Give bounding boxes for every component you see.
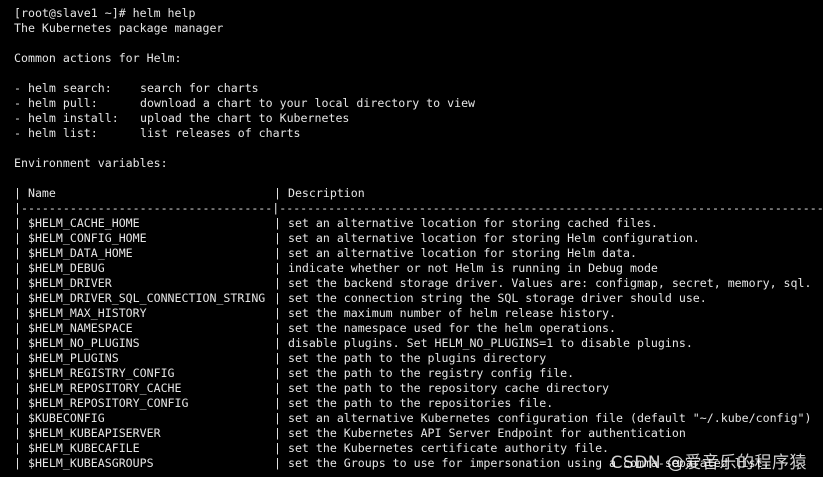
env-var-description: | set the maximum number of helm release… bbox=[274, 306, 617, 320]
env-table-row: | $HELM_NO_PLUGINS | disable plugins. Set… bbox=[14, 336, 823, 351]
env-var-description: | set the backend storage driver. Values… bbox=[274, 276, 812, 290]
env-var-description: | set the Kubernetes certificate authori… bbox=[274, 441, 610, 455]
env-header-name: | Name bbox=[14, 186, 56, 200]
env-var-name: | $HELM_DEBUG bbox=[14, 261, 105, 275]
env-var-name: | $HELM_KUBEASGROUPS bbox=[14, 456, 154, 470]
env-table-row: | $KUBECONFIG | set an alternative Kubern… bbox=[14, 411, 823, 426]
env-table-row: | $HELM_DEBUG | indicate whether or not H… bbox=[14, 261, 823, 276]
env-table-body: | $HELM_CACHE_HOME | set an alternative l… bbox=[14, 216, 823, 471]
env-var-name: | $HELM_NAMESPACE bbox=[14, 321, 133, 335]
env-var-name: | $KUBECONFIG bbox=[14, 411, 105, 425]
command-prompt-line: [root@slave1 ~]# helm help bbox=[14, 6, 196, 20]
env-var-name: | $HELM_CACHE_HOME bbox=[14, 216, 140, 230]
env-var-description: | disable plugins. Set HELM_NO_PLUGINS=1… bbox=[274, 336, 693, 350]
env-table-row: | $HELM_KUBEAPISERVER | set the Kubernete… bbox=[14, 426, 823, 441]
command-description: download a chart to your local directory… bbox=[140, 96, 476, 110]
command-entry: - helm install: upload the chart to Kube… bbox=[14, 111, 823, 126]
env-var-description: | set the connection string the SQL stor… bbox=[274, 291, 707, 305]
help-subtitle: The Kubernetes package manager bbox=[14, 21, 224, 35]
env-var-name: | $HELM_NO_PLUGINS bbox=[14, 336, 140, 350]
env-table-row: | $HELM_REPOSITORY_CACHE | set the path t… bbox=[14, 381, 823, 396]
env-var-description: | indicate whether or not Helm is runnin… bbox=[274, 261, 658, 275]
env-var-description: | set an alternative location for storin… bbox=[274, 246, 637, 260]
env-var-description: | set an alternative location for storin… bbox=[274, 216, 658, 230]
command-name: - helm install: bbox=[14, 111, 119, 125]
env-var-description: | set an alternative Kubernetes configur… bbox=[274, 411, 812, 425]
env-var-name: | $HELM_REGISTRY_CONFIG bbox=[14, 366, 175, 380]
env-var-description: | set the path to the repositories file. bbox=[274, 396, 554, 410]
env-var-description: | set the path to the repository cache d… bbox=[274, 381, 610, 395]
env-table-row: | $HELM_REPOSITORY_CONFIG | set the path … bbox=[14, 396, 823, 411]
env-var-name: | $HELM_DRIVER_SQL_CONNECTION_STRING bbox=[14, 291, 266, 305]
command-name: - helm list: bbox=[14, 126, 98, 140]
env-var-description: | set the path to the plugins directory bbox=[274, 351, 547, 365]
env-var-name: | $HELM_MAX_HISTORY bbox=[14, 306, 147, 320]
env-var-name: | $HELM_KUBECAFILE bbox=[14, 441, 140, 455]
env-table-row: | $HELM_DRIVER_SQL_CONNECTION_STRING | se… bbox=[14, 291, 823, 306]
env-table-header: | Name | Description bbox=[14, 186, 823, 201]
terminal-window[interactable]: [root@slave1 ~]# helm help The Kubernete… bbox=[0, 0, 823, 477]
env-table-row: | $HELM_DATA_HOME | set an alternative lo… bbox=[14, 246, 823, 261]
env-table-row: | $HELM_CONFIG_HOME | set an alternative … bbox=[14, 231, 823, 246]
command-entry: - helm pull: download a chart to your lo… bbox=[14, 96, 823, 111]
env-var-name: | $HELM_DATA_HOME bbox=[14, 246, 133, 260]
env-var-name: | $HELM_KUBEAPISERVER bbox=[14, 426, 161, 440]
environment-variables-heading: Environment variables: bbox=[14, 156, 168, 170]
env-table-row: | $HELM_PLUGINS | set the path to the plu… bbox=[14, 351, 823, 366]
env-var-name: | $HELM_REPOSITORY_CACHE bbox=[14, 381, 182, 395]
env-table-row: | $HELM_DRIVER | set the backend storage … bbox=[14, 276, 823, 291]
command-name: - helm search: bbox=[14, 81, 112, 95]
env-table-row: | $HELM_CACHE_HOME | set an alternative l… bbox=[14, 216, 823, 231]
env-var-name: | $HELM_PLUGINS bbox=[14, 351, 119, 365]
env-var-name: | $HELM_CONFIG_HOME bbox=[14, 231, 147, 245]
command-description: upload the chart to Kubernetes bbox=[140, 111, 350, 125]
env-table-row: | $HELM_NAMESPACE | set the namespace use… bbox=[14, 321, 823, 336]
env-table-separator: |------------------------------------|--… bbox=[14, 201, 823, 215]
env-table-row: | $HELM_MAX_HISTORY | set the maximum num… bbox=[14, 306, 823, 321]
command-description: search for charts bbox=[140, 81, 259, 95]
env-header-description: | Description bbox=[274, 186, 365, 200]
env-var-description: | set the namespace used for the helm op… bbox=[274, 321, 617, 335]
env-var-description: | set an alternative location for storin… bbox=[274, 231, 700, 245]
env-var-name: | $HELM_REPOSITORY_CONFIG bbox=[14, 396, 189, 410]
command-entry: - helm list: list releases of charts bbox=[14, 126, 823, 141]
env-var-description: | set the Kubernetes API Server Endpoint… bbox=[274, 426, 686, 440]
common-actions-heading: Common actions for Helm: bbox=[14, 51, 182, 65]
env-table-row: | $HELM_REGISTRY_CONFIG | set the path to… bbox=[14, 366, 823, 381]
command-entry: - helm search: search for charts bbox=[14, 81, 823, 96]
command-name: - helm pull: bbox=[14, 96, 98, 110]
env-var-description: | set the path to the registry config fi… bbox=[274, 366, 575, 380]
csdn-watermark: CSDN @爱音乐的程序猿 bbox=[610, 453, 807, 473]
command-description: list releases of charts bbox=[140, 126, 301, 140]
env-var-name: | $HELM_DRIVER bbox=[14, 276, 112, 290]
